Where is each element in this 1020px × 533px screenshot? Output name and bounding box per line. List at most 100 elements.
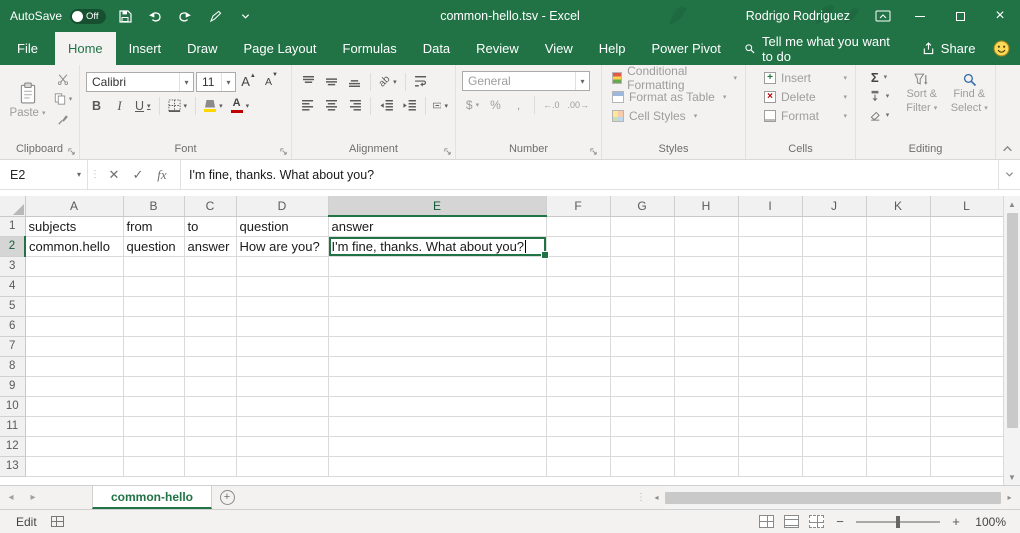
cell-B8[interactable] — [123, 356, 184, 376]
cell-I13[interactable] — [738, 456, 802, 476]
decrease-indent-button[interactable] — [376, 95, 397, 116]
cell-E11[interactable] — [328, 416, 546, 436]
vertical-scrollbar[interactable]: ▲ ▼ — [1003, 196, 1020, 485]
cell-I6[interactable] — [738, 316, 802, 336]
cell-G3[interactable] — [610, 256, 674, 276]
touch-mouse-mode-button[interactable] — [204, 5, 226, 27]
cell-B11[interactable] — [123, 416, 184, 436]
cell-L7[interactable] — [930, 336, 1003, 356]
cell-F10[interactable] — [546, 396, 610, 416]
horizontal-scrollbar-thumb[interactable] — [665, 492, 1001, 504]
cell-B2[interactable]: question — [123, 236, 184, 256]
cell-J3[interactable] — [802, 256, 866, 276]
cell-A6[interactable] — [25, 316, 123, 336]
sheet-nav-right-button[interactable]: ▸ — [22, 486, 44, 509]
increase-font-size-button[interactable]: A▲ — [238, 71, 259, 92]
cell-F1[interactable] — [546, 216, 610, 236]
column-header-L[interactable]: L — [930, 196, 1003, 216]
cell-G12[interactable] — [610, 436, 674, 456]
font-dialog-launcher[interactable] — [279, 147, 288, 156]
row-header-1[interactable]: 1 — [0, 216, 25, 236]
row-header-4[interactable]: 4 — [0, 276, 25, 296]
clipboard-dialog-launcher[interactable] — [67, 147, 76, 156]
user-name[interactable]: Rodrigo Rodriguez — [746, 9, 850, 23]
cell-I7[interactable] — [738, 336, 802, 356]
cell-C9[interactable] — [184, 376, 236, 396]
cell-A10[interactable] — [25, 396, 123, 416]
cell-K5[interactable] — [866, 296, 930, 316]
column-header-A[interactable]: A — [25, 196, 123, 216]
cell-D12[interactable] — [236, 436, 328, 456]
increase-decimal-button[interactable]: ←.0 — [540, 94, 563, 115]
new-sheet-button[interactable] — [212, 486, 242, 509]
bottom-align-button[interactable] — [344, 71, 365, 92]
cell-A5[interactable] — [25, 296, 123, 316]
cell-D5[interactable] — [236, 296, 328, 316]
cell-K9[interactable] — [866, 376, 930, 396]
row-header-3[interactable]: 3 — [0, 256, 25, 276]
number-format-combo[interactable]: General▾ — [462, 71, 590, 91]
cell-H5[interactable] — [674, 296, 738, 316]
cell-G2[interactable] — [610, 236, 674, 256]
fill-color-button[interactable] — [201, 95, 226, 116]
increase-indent-button[interactable] — [399, 95, 420, 116]
cell-F8[interactable] — [546, 356, 610, 376]
cell-A7[interactable] — [25, 336, 123, 356]
accounting-format-button[interactable]: $ — [462, 94, 483, 115]
column-header-D[interactable]: D — [236, 196, 328, 216]
cut-button[interactable] — [51, 70, 75, 88]
cell-D7[interactable] — [236, 336, 328, 356]
format-cells-button[interactable]: Format ▾ — [760, 106, 851, 125]
cell-B9[interactable] — [123, 376, 184, 396]
scroll-down-arrow[interactable]: ▼ — [1004, 469, 1020, 485]
cell-F4[interactable] — [546, 276, 610, 296]
merge-center-button[interactable] — [430, 95, 451, 116]
cell-E10[interactable] — [328, 396, 546, 416]
save-button[interactable] — [114, 5, 136, 27]
cell-K3[interactable] — [866, 256, 930, 276]
cell-E13[interactable] — [328, 456, 546, 476]
align-right-button[interactable] — [344, 95, 365, 116]
cell-I5[interactable] — [738, 296, 802, 316]
horizontal-scrollbar[interactable]: ◂ ▸ — [648, 486, 1020, 509]
row-header-10[interactable]: 10 — [0, 396, 25, 416]
fill-button[interactable] — [862, 87, 896, 105]
row-header-8[interactable]: 8 — [0, 356, 25, 376]
cell-C11[interactable] — [184, 416, 236, 436]
row-header-5[interactable]: 5 — [0, 296, 25, 316]
column-header-I[interactable]: I — [738, 196, 802, 216]
cell-G5[interactable] — [610, 296, 674, 316]
page-layout-view-button[interactable] — [784, 515, 799, 528]
row-header-13[interactable]: 13 — [0, 456, 25, 476]
cell-E2[interactable]: I'm fine, thanks. What about you? — [328, 236, 546, 256]
cell-K12[interactable] — [866, 436, 930, 456]
cell-F12[interactable] — [546, 436, 610, 456]
cell-A4[interactable] — [25, 276, 123, 296]
row-header-7[interactable]: 7 — [0, 336, 25, 356]
tab-draw[interactable]: Draw — [174, 32, 230, 65]
cell-A9[interactable] — [25, 376, 123, 396]
sort-filter-button[interactable]: Sort & Filter — [900, 68, 944, 142]
row-header-9[interactable]: 9 — [0, 376, 25, 396]
cell-G10[interactable] — [610, 396, 674, 416]
cell-E9[interactable] — [328, 376, 546, 396]
undo-button[interactable] — [144, 5, 166, 27]
cell-A1[interactable]: subjects — [25, 216, 123, 236]
cell-F11[interactable] — [546, 416, 610, 436]
wrap-text-button[interactable] — [411, 71, 432, 92]
cell-L9[interactable] — [930, 376, 1003, 396]
zoom-in-button[interactable]: + — [950, 514, 962, 529]
cell-H4[interactable] — [674, 276, 738, 296]
cell-B5[interactable] — [123, 296, 184, 316]
cell-A13[interactable] — [25, 456, 123, 476]
cell-I10[interactable] — [738, 396, 802, 416]
feedback-smiley-button[interactable] — [987, 32, 1016, 65]
scroll-left-arrow[interactable]: ◂ — [648, 486, 665, 509]
cell-L10[interactable] — [930, 396, 1003, 416]
cell-H11[interactable] — [674, 416, 738, 436]
name-box[interactable]: E2 ▾ — [0, 160, 88, 190]
top-align-button[interactable] — [298, 71, 319, 92]
cell-G4[interactable] — [610, 276, 674, 296]
align-left-button[interactable] — [298, 95, 319, 116]
cell-K8[interactable] — [866, 356, 930, 376]
